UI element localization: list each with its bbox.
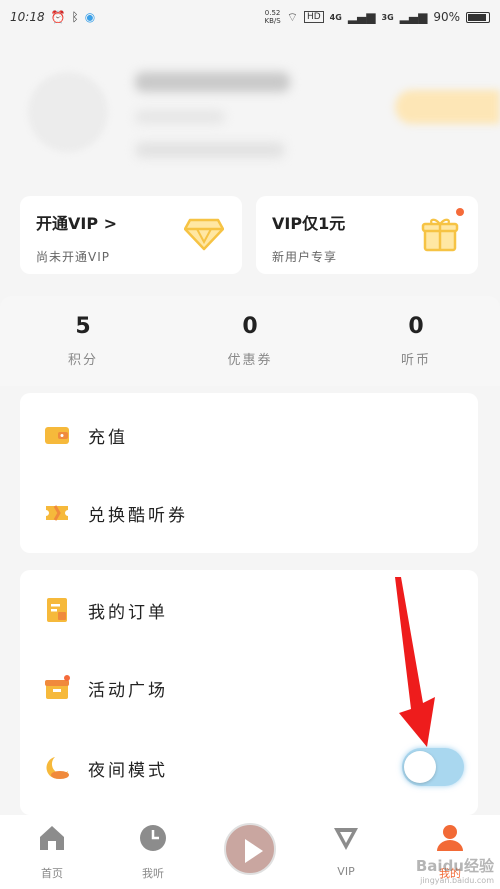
home-icon xyxy=(40,826,64,850)
moon-icon xyxy=(46,757,69,779)
bluetooth-icon: ᛒ xyxy=(71,10,79,24)
menu-item-redeem[interactable]: 兑换酷听券 xyxy=(20,493,478,533)
recharge-label: 充值 xyxy=(88,427,128,448)
wallet-icon xyxy=(45,427,69,444)
coupons-label: 优惠券 xyxy=(227,353,273,368)
tab-vip[interactable]: VIP xyxy=(296,823,396,878)
username-blurred xyxy=(135,72,290,92)
vip-icon xyxy=(334,828,358,850)
user-info-blurred-2 xyxy=(135,142,285,158)
stat-listen-coins[interactable]: 0 听币 xyxy=(356,314,476,368)
points-value: 5 xyxy=(75,314,91,339)
ticket-icon xyxy=(46,505,68,521)
event-icon xyxy=(45,675,70,699)
tab-home-label: 首页 xyxy=(41,867,63,880)
user-info-blurred xyxy=(135,110,225,124)
tab-vip-label: VIP xyxy=(337,865,355,878)
tab-listen-label: 我听 xyxy=(142,867,164,880)
points-label: 积分 xyxy=(67,353,98,368)
avatar[interactable] xyxy=(28,72,108,152)
toggle-knob xyxy=(404,751,436,783)
profile-header[interactable] xyxy=(0,50,500,180)
stat-coupons[interactable]: 0 优惠券 xyxy=(190,314,310,368)
coupons-value: 0 xyxy=(242,314,258,339)
battery-icon xyxy=(466,11,490,23)
play-icon xyxy=(245,839,263,863)
signal-icon-2: ▂▄▆ xyxy=(399,10,428,24)
battery-percent: 90% xyxy=(433,10,460,24)
stat-points[interactable]: 5 积分 xyxy=(23,314,143,368)
player-button[interactable] xyxy=(224,823,276,875)
hd-badge: HD xyxy=(303,11,324,23)
events-label: 活动广场 xyxy=(88,680,168,701)
open-vip-card[interactable]: 开通VIP > 尚未开通VIP xyxy=(20,196,242,274)
profile-icon xyxy=(437,825,463,851)
alarm-icon: ⏰ xyxy=(50,10,66,24)
menu-item-recharge[interactable]: 充值 xyxy=(20,415,478,455)
listen-coins-label: 听币 xyxy=(400,353,431,368)
notification-dot xyxy=(456,208,464,216)
status-time: 10:18 xyxy=(10,10,45,24)
menu-group-wallet: 充值 兑换酷听券 xyxy=(20,393,478,553)
network-speed: 0.52 KB/S xyxy=(264,9,281,25)
signal-4g: 4G xyxy=(329,12,342,22)
redeem-label: 兑换酷听券 xyxy=(88,505,188,526)
status-bar: 10:18 ⏰ ᛒ ◉ 0.52 KB/S ⌔ HD 4G ▂▄▆ 3G ▂▄▆ … xyxy=(0,0,500,34)
clock-icon xyxy=(140,825,166,851)
listen-coins-value: 0 xyxy=(408,314,424,339)
stats-row: 5 积分 0 优惠券 0 听币 xyxy=(0,296,500,386)
qq-icon: ◉ xyxy=(84,10,96,24)
diamond-icon xyxy=(184,218,224,251)
tab-listen[interactable]: 我听 xyxy=(103,823,203,881)
signal-3g: 3G xyxy=(381,12,394,22)
gift-icon xyxy=(421,218,459,252)
annotation-arrow xyxy=(395,577,435,747)
signal-icon: ▂▄▆ xyxy=(347,10,376,24)
signin-pill-blurred[interactable] xyxy=(395,90,500,124)
tab-home[interactable]: 首页 xyxy=(2,823,102,881)
order-icon xyxy=(47,598,67,622)
watermark: Baidu经验 jingyan.baidu.com xyxy=(415,857,494,885)
night-mode-label: 夜间模式 xyxy=(88,760,168,781)
wifi-icon: ⌔ xyxy=(286,9,298,24)
orders-label: 我的订单 xyxy=(88,602,168,623)
vip-one-yuan-card[interactable]: VIP仅1元 新用户专享 xyxy=(256,196,478,274)
